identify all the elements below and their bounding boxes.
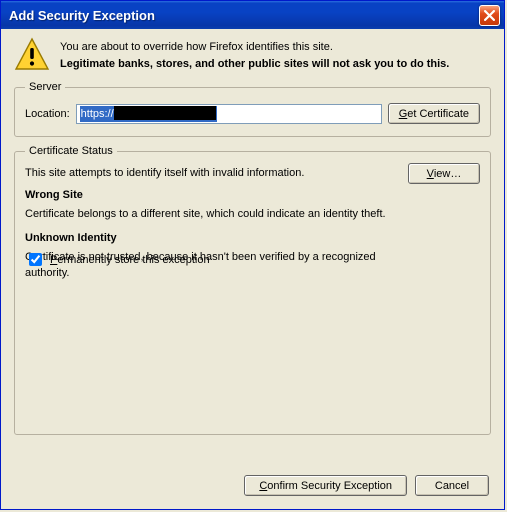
wrong-site-body: Certificate belongs to a different site,… — [25, 207, 392, 222]
titlebar[interactable]: Add Security Exception — [1, 1, 504, 29]
get-certificate-button[interactable]: Get Certificate — [388, 103, 480, 124]
confirm-button[interactable]: Confirm Security Exception — [244, 475, 407, 496]
location-value-redacted — [114, 106, 216, 120]
close-button[interactable] — [479, 5, 500, 26]
wrong-site-heading: Wrong Site — [25, 189, 392, 201]
intro-block: You are about to override how Firefox id… — [14, 37, 491, 73]
cert-status-desc: This site attempts to identify itself wi… — [25, 167, 392, 179]
view-button[interactable]: View… — [408, 163, 480, 184]
permanent-row: Permanently store this exception — [25, 250, 210, 269]
location-label: Location: — [25, 108, 70, 120]
unknown-identity-heading: Unknown Identity — [25, 232, 392, 244]
permanent-label[interactable]: Permanently store this exception — [50, 254, 210, 266]
location-value-visible: https:// — [80, 106, 217, 122]
get-cert-rest: et Certificate — [407, 108, 469, 120]
server-legend: Server — [25, 81, 65, 93]
cert-status-legend: Certificate Status — [25, 145, 117, 157]
intro-text: You are about to override how Firefox id… — [60, 37, 449, 73]
permanent-checkbox[interactable] — [29, 253, 42, 266]
close-icon — [484, 10, 495, 21]
cancel-button[interactable]: Cancel — [415, 475, 489, 496]
dialog-content: You are about to override how Firefox id… — [4, 29, 501, 506]
window-title: Add Security Exception — [9, 8, 479, 23]
dialog-window: Add Security Exception You are about to … — [0, 0, 505, 510]
server-fieldset: Server Location: https:// Get Certificat… — [14, 81, 491, 137]
intro-line1: You are about to override how Firefox id… — [60, 39, 449, 56]
certificate-status-fieldset: Certificate Status View… This site attem… — [14, 145, 491, 435]
intro-line2: Legitimate banks, stores, and other publ… — [60, 56, 449, 73]
dialog-buttons: Confirm Security Exception Cancel — [244, 475, 489, 496]
location-input[interactable]: https:// — [76, 104, 382, 124]
warning-icon — [14, 37, 50, 73]
